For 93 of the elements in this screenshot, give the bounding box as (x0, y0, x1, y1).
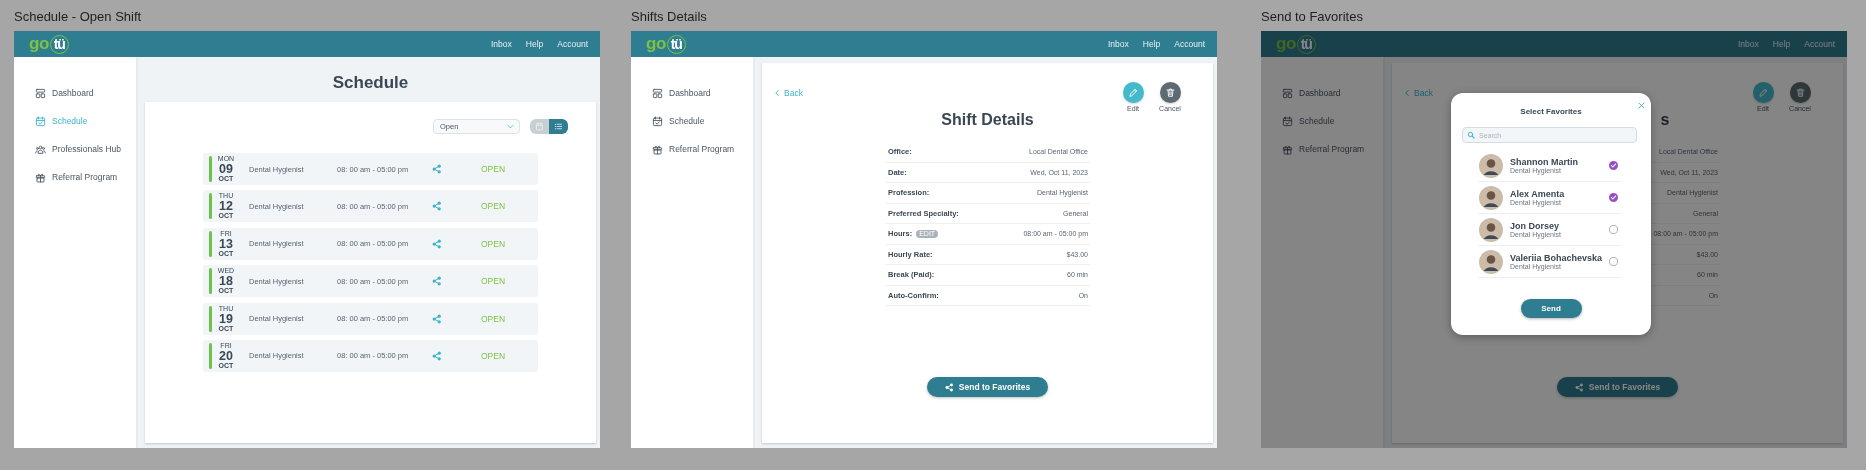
status-label: OPEN (481, 201, 507, 212)
send-button[interactable]: Send (1520, 299, 1582, 318)
person-name: Valeriia Bohachevska (1510, 252, 1603, 263)
sidebar-item[interactable]: Dashboard (631, 79, 753, 107)
status-label: OPEN (481, 238, 507, 249)
day-number: 09 (219, 163, 233, 175)
dashboard-icon (652, 87, 663, 99)
sidebar-item[interactable]: Schedule (1261, 107, 1383, 135)
page-title: Schedule (331, 72, 410, 93)
chevron-left-icon (1403, 89, 1411, 97)
search-icon (1467, 131, 1475, 139)
status-label: OPEN (481, 276, 507, 287)
modal-title: Select Favorites (1520, 107, 1582, 117)
send-to-favorites-button[interactable]: Send to Favorites (1557, 377, 1678, 397)
nav-link[interactable]: Inbox (1108, 39, 1129, 49)
select-checkbox[interactable] (1609, 161, 1618, 170)
share-icon[interactable] (432, 164, 442, 174)
day-number: 12 (219, 200, 233, 213)
cancel-button[interactable] (1789, 82, 1811, 103)
nav-link[interactable]: Help (1772, 39, 1791, 49)
send-to-favorites-button[interactable]: Send to Favorites (927, 377, 1048, 397)
nav-link[interactable]: Help (525, 39, 544, 49)
select-checkbox[interactable] (1609, 225, 1618, 234)
calendar-icon (535, 122, 544, 131)
person-name: Jon Dorsey (1510, 220, 1560, 231)
day-number: 13 (219, 237, 233, 250)
sidebar-item[interactable]: Dashboard (1261, 79, 1383, 107)
dashboard-icon (1282, 87, 1293, 99)
sidebar-item[interactable]: Professionals Hub (14, 135, 136, 163)
status-label: OPEN (481, 164, 507, 174)
list-view-button[interactable] (549, 119, 568, 134)
chevron-left-icon (773, 89, 781, 97)
share-icon[interactable] (432, 238, 442, 249)
cancel-button[interactable] (1159, 82, 1181, 103)
share-icon[interactable] (432, 276, 442, 287)
sidebar-item[interactable]: Referral Program (1261, 135, 1383, 163)
accent-bar (209, 193, 212, 220)
day-number: 20 (219, 349, 233, 362)
gift-icon (652, 143, 663, 155)
nav-link[interactable]: Account (1804, 39, 1835, 49)
trash-icon (1164, 87, 1176, 98)
frame-title: Send to Favorites (1261, 8, 1364, 26)
close-icon[interactable] (1637, 101, 1646, 110)
sidebar-item[interactable]: Dashboard (14, 79, 136, 107)
status-label: OPEN (481, 350, 507, 361)
sidebar-item[interactable]: Schedule (631, 107, 753, 135)
gift-icon (1282, 143, 1293, 155)
edit-button[interactable] (1122, 82, 1144, 103)
share-icon[interactable] (432, 201, 442, 212)
share-icon (1574, 382, 1584, 392)
person-name: Shannon Martin (1510, 156, 1578, 167)
people-icon (35, 143, 46, 155)
select-checkbox[interactable] (1609, 193, 1618, 202)
nav-link[interactable]: Inbox (1738, 39, 1759, 49)
accent-bar (209, 305, 212, 332)
select-checkbox[interactable] (1609, 257, 1618, 266)
nav-link[interactable]: Account (1174, 39, 1205, 49)
sidebar-item[interactable]: Referral Program (631, 135, 753, 163)
avatar (1479, 185, 1503, 210)
nav-link[interactable]: Help (1142, 39, 1161, 49)
back-link[interactable]: Back (773, 88, 803, 98)
sidebar-item[interactable]: Referral Program (14, 163, 136, 191)
trash-icon (1794, 87, 1806, 98)
avatar (1479, 217, 1503, 242)
dashboard-icon (35, 87, 46, 99)
pencil-icon (1757, 87, 1769, 98)
person-name: Alex Amenta (1510, 188, 1565, 199)
nav-link[interactable]: Account (557, 39, 588, 49)
page-title: Shift Details (941, 110, 1034, 130)
list-icon (554, 122, 563, 131)
calendar-check-icon (652, 115, 663, 127)
gift-icon (35, 171, 46, 183)
frame-title: Shifts Details (631, 8, 708, 26)
frame-title: Schedule - Open Shift (14, 8, 143, 26)
avatar (1479, 153, 1503, 178)
chevron-down-icon (506, 122, 515, 131)
nav-link[interactable]: Inbox (491, 39, 512, 49)
day-number: 18 (219, 275, 233, 288)
accent-bar (209, 156, 212, 182)
calendar-check-icon (35, 115, 46, 127)
share-icon[interactable] (432, 350, 442, 361)
status-label: OPEN (481, 313, 507, 324)
accent-bar (209, 342, 212, 369)
accent-bar (209, 230, 212, 257)
pencil-icon (1127, 87, 1139, 98)
share-icon[interactable] (432, 313, 442, 324)
day-number: 19 (219, 312, 233, 325)
calendar-check-icon (1282, 115, 1293, 127)
avatar (1479, 249, 1503, 274)
accent-bar (209, 268, 212, 295)
edit-button[interactable] (1752, 82, 1774, 103)
share-icon (944, 382, 954, 392)
sidebar-item[interactable]: Schedule (14, 107, 136, 135)
